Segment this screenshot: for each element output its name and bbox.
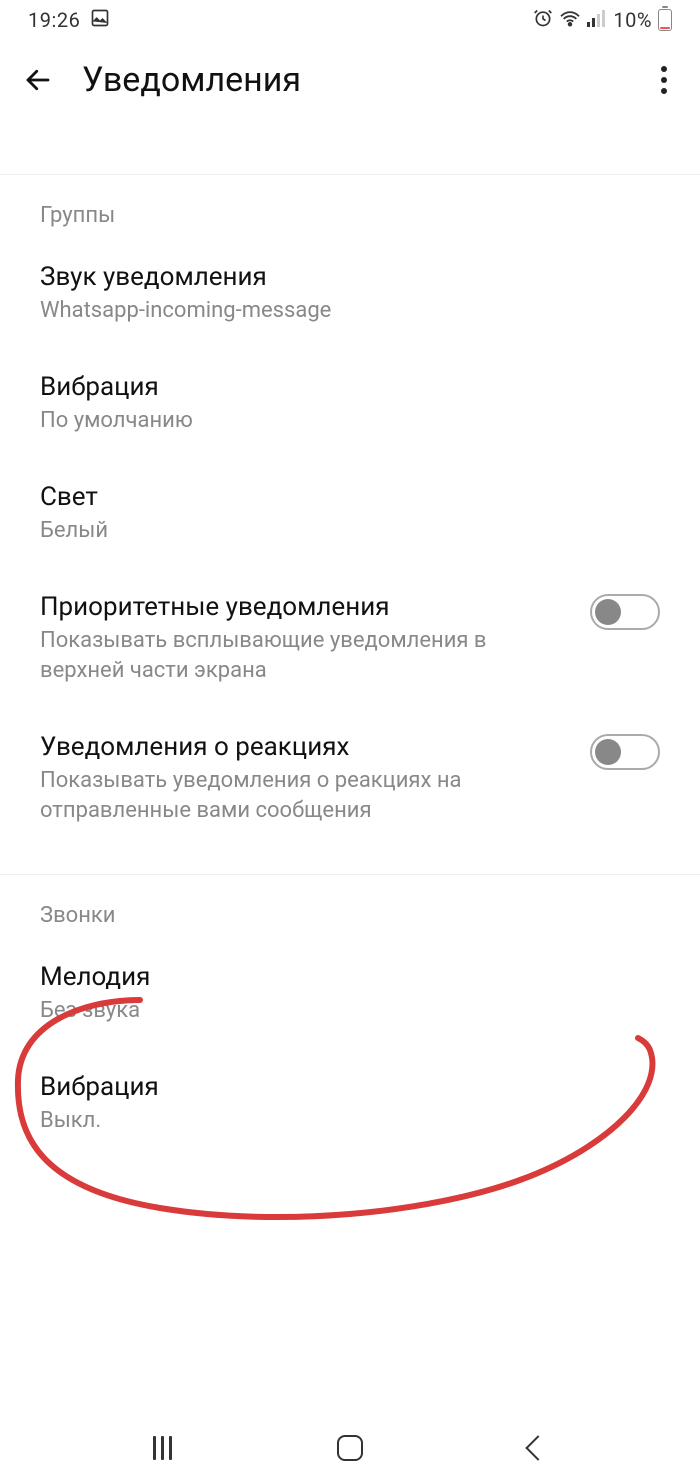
setting-title: Вибрация xyxy=(40,1070,660,1104)
setting-vibration-groups[interactable]: Вибрация По умолчанию xyxy=(0,348,700,458)
setting-subtitle: Показывать всплывающие уведомления в вер… xyxy=(40,626,574,686)
priority-toggle[interactable] xyxy=(590,594,660,630)
section-header-groups: Группы xyxy=(0,175,700,238)
setting-vibration-calls[interactable]: Вибрация Выкл. xyxy=(0,1048,700,1158)
setting-subtitle: По умолчанию xyxy=(40,406,660,436)
section-header-calls: Звонки xyxy=(0,875,700,938)
setting-title: Уведомления о реакциях xyxy=(40,730,574,764)
setting-title: Звук уведомления xyxy=(40,260,660,294)
gallery-icon xyxy=(90,8,110,33)
setting-ringtone[interactable]: Мелодия Без звука xyxy=(0,938,700,1048)
app-bar: Уведомления xyxy=(0,40,700,120)
setting-priority-notifications[interactable]: Приоритетные уведомления Показывать вспл… xyxy=(0,568,700,708)
setting-subtitle: Выкл. xyxy=(40,1106,660,1136)
page-title: Уведомления xyxy=(82,60,622,100)
nav-home-button[interactable] xyxy=(337,1435,363,1461)
clipped-previous-content: на отправленные вами сообщения xyxy=(0,120,700,148)
setting-title: Вибрация xyxy=(40,370,660,404)
alarm-icon xyxy=(533,8,553,33)
setting-title: Приоритетные уведомления xyxy=(40,590,574,624)
setting-title: Свет xyxy=(40,480,660,514)
setting-light[interactable]: Свет Белый xyxy=(0,458,700,568)
setting-subtitle: Без звука xyxy=(40,996,660,1026)
signal-icon xyxy=(587,8,607,32)
nav-recents-button[interactable] xyxy=(153,1436,172,1460)
setting-subtitle: Показывать уведомления о реакциях на отп… xyxy=(40,766,574,826)
more-options-button[interactable] xyxy=(650,60,678,100)
setting-subtitle: Whatsapp-incoming-message xyxy=(40,296,660,326)
setting-reaction-notifications[interactable]: Уведомления о реакциях Показывать уведом… xyxy=(0,708,700,848)
setting-subtitle: Белый xyxy=(40,516,660,546)
setting-title: Мелодия xyxy=(40,960,660,994)
status-bar: 19:26 10% xyxy=(0,0,700,40)
back-button[interactable] xyxy=(22,64,54,96)
system-nav-bar xyxy=(0,1418,700,1478)
setting-notification-sound[interactable]: Звук уведомления Whatsapp-incoming-messa… xyxy=(0,238,700,348)
nav-back-button[interactable] xyxy=(529,1439,547,1457)
battery-icon xyxy=(658,9,672,31)
reactions-toggle[interactable] xyxy=(590,734,660,770)
wifi-icon xyxy=(559,8,581,32)
status-time: 19:26 xyxy=(28,8,80,32)
battery-percent: 10% xyxy=(613,8,652,32)
